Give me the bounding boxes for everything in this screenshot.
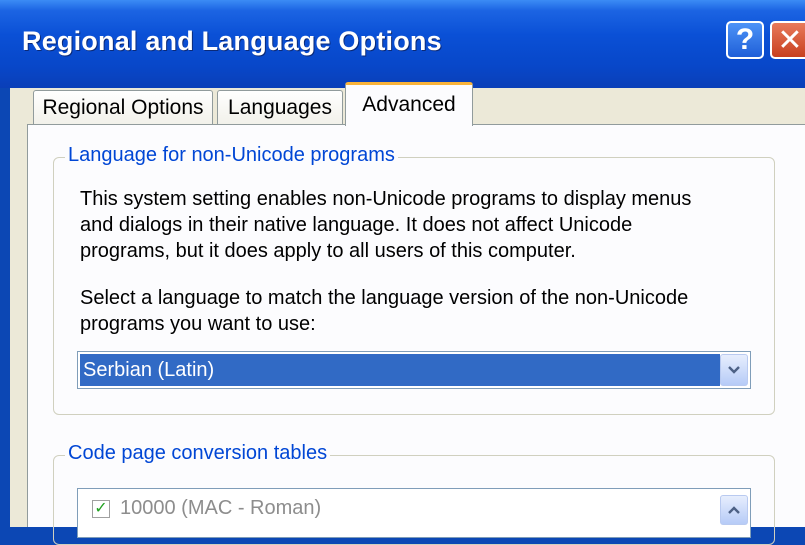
tab-label: Advanced	[362, 93, 456, 116]
title-bar[interactable]: Regional and Language Options ? ✕	[0, 0, 805, 88]
code-page-group-legend: Code page conversion tables	[65, 442, 331, 465]
tab-regional-options[interactable]: Regional Options	[33, 90, 213, 124]
non-unicode-group-legend: Language for non-Unicode programs	[65, 144, 398, 167]
language-select[interactable]: Serbian (Latin)	[77, 351, 751, 389]
language-select-dropdown-button[interactable]	[720, 354, 748, 386]
window-title: Regional and Language Options	[22, 26, 442, 56]
description-line: This system setting enables non-Unicode …	[80, 188, 692, 210]
help-button[interactable]: ?	[726, 21, 764, 59]
chevron-down-icon	[727, 362, 741, 378]
code-page-list[interactable]: ✓ 10000 (MAC - Roman)	[77, 488, 751, 538]
chevron-up-icon	[727, 502, 741, 518]
tab-languages[interactable]: Languages	[217, 90, 343, 124]
non-unicode-description: This system setting enables non-Unicode …	[80, 186, 691, 264]
description-line: programs, but it does apply to all users…	[80, 240, 576, 262]
close-button[interactable]: ✕	[770, 21, 805, 59]
description-line: and dialogs in their native language. It…	[80, 214, 633, 236]
tab-advanced[interactable]: Advanced	[345, 82, 473, 126]
prompt-line: Select a language to match the language …	[80, 287, 689, 309]
list-item-label: 10000 (MAC - Roman)	[120, 497, 322, 519]
scroll-up-button[interactable]	[720, 495, 748, 525]
checkbox-checked-icon[interactable]: ✓	[92, 499, 110, 518]
tab-label: Languages	[228, 95, 332, 119]
close-icon: ✕	[777, 23, 803, 57]
help-icon: ?	[735, 23, 755, 56]
tab-label: Regional Options	[42, 95, 204, 119]
prompt-line: programs you want to use:	[80, 313, 316, 335]
list-item[interactable]: ✓ 10000 (MAC - Roman)	[92, 497, 321, 520]
language-select-value: Serbian (Latin)	[80, 354, 720, 386]
language-select-prompt: Select a language to match the language …	[80, 285, 688, 337]
